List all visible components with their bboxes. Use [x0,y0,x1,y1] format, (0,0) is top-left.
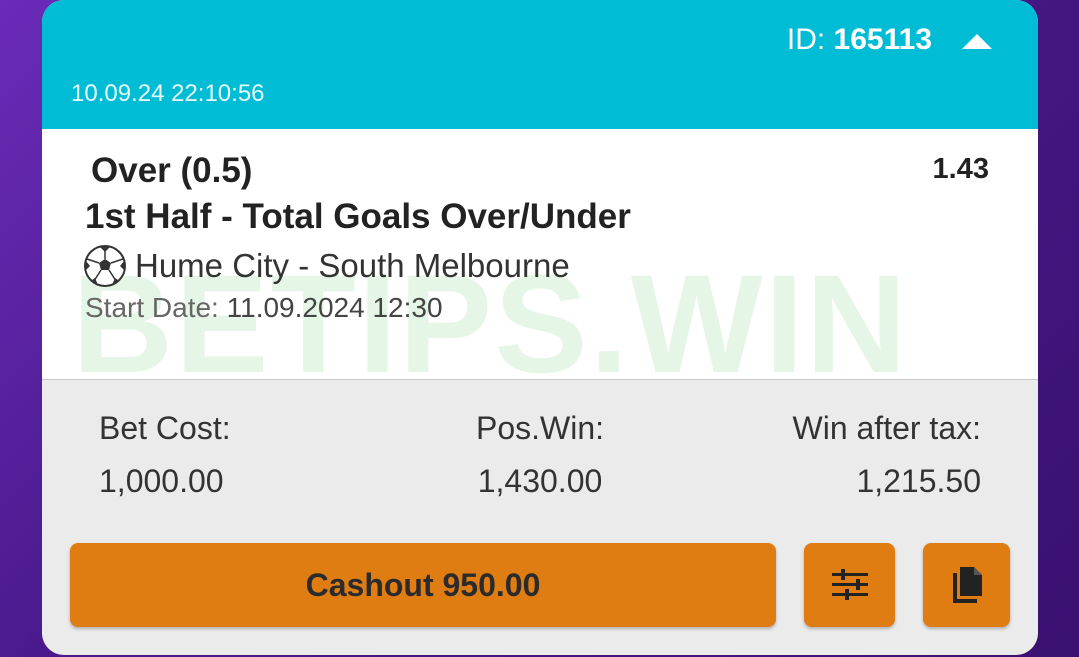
bet-odds: 1.43 [932,153,989,185]
bet-id-value: 165113 [833,23,932,56]
cashout-button[interactable]: Cashout 950.00 [70,543,776,627]
bet-id: ID: 165113 [787,20,932,60]
match-row: Hume City - South Melbourne [83,245,570,287]
start-date-label: Start Date: [85,292,219,323]
bet-cost-value: 1,000.00 [99,463,224,499]
chevron-up-icon[interactable] [960,31,994,51]
bet-timestamp: 10.09.24 22:10:56 [71,80,265,107]
soccer-ball-icon [84,245,126,287]
copy-button[interactable] [923,543,1010,627]
start-date-value: 11.09.2024 12:30 [226,292,443,323]
bet-cost-label: Bet Cost: [99,410,231,446]
bet-card-header: ID: 165113 10.09.24 22:10:56 [42,0,1038,129]
settings-button[interactable] [804,543,895,627]
pos-win-label: Pos.Win: [475,410,605,446]
sliders-icon [831,569,868,600]
bet-id-label: ID: [786,23,826,56]
match-name: Hume City - South Melbourne [135,247,570,284]
bet-card: ID: 165113 10.09.24 22:10:56 BETIPS.WIN … [42,0,1038,655]
bet-market: 1st Half - Total Goals Over/Under [85,197,631,236]
bet-details: BETIPS.WIN Over (0.5) 1.43 1st Half - To… [42,129,1038,394]
win-after-tax-value: 1,215.50 [856,463,981,499]
bet-stats: Bet Cost: 1,000.00 Pos.Win: 1,430.00 Win… [42,380,1038,520]
pos-win-value: 1,430.00 [477,463,603,499]
bet-selection: Over (0.5) [91,151,253,190]
copy-icon [952,567,982,603]
win-after-tax-label: Win after tax: [792,410,982,446]
start-date: Start Date: 11.09.2024 12:30 [85,292,443,324]
